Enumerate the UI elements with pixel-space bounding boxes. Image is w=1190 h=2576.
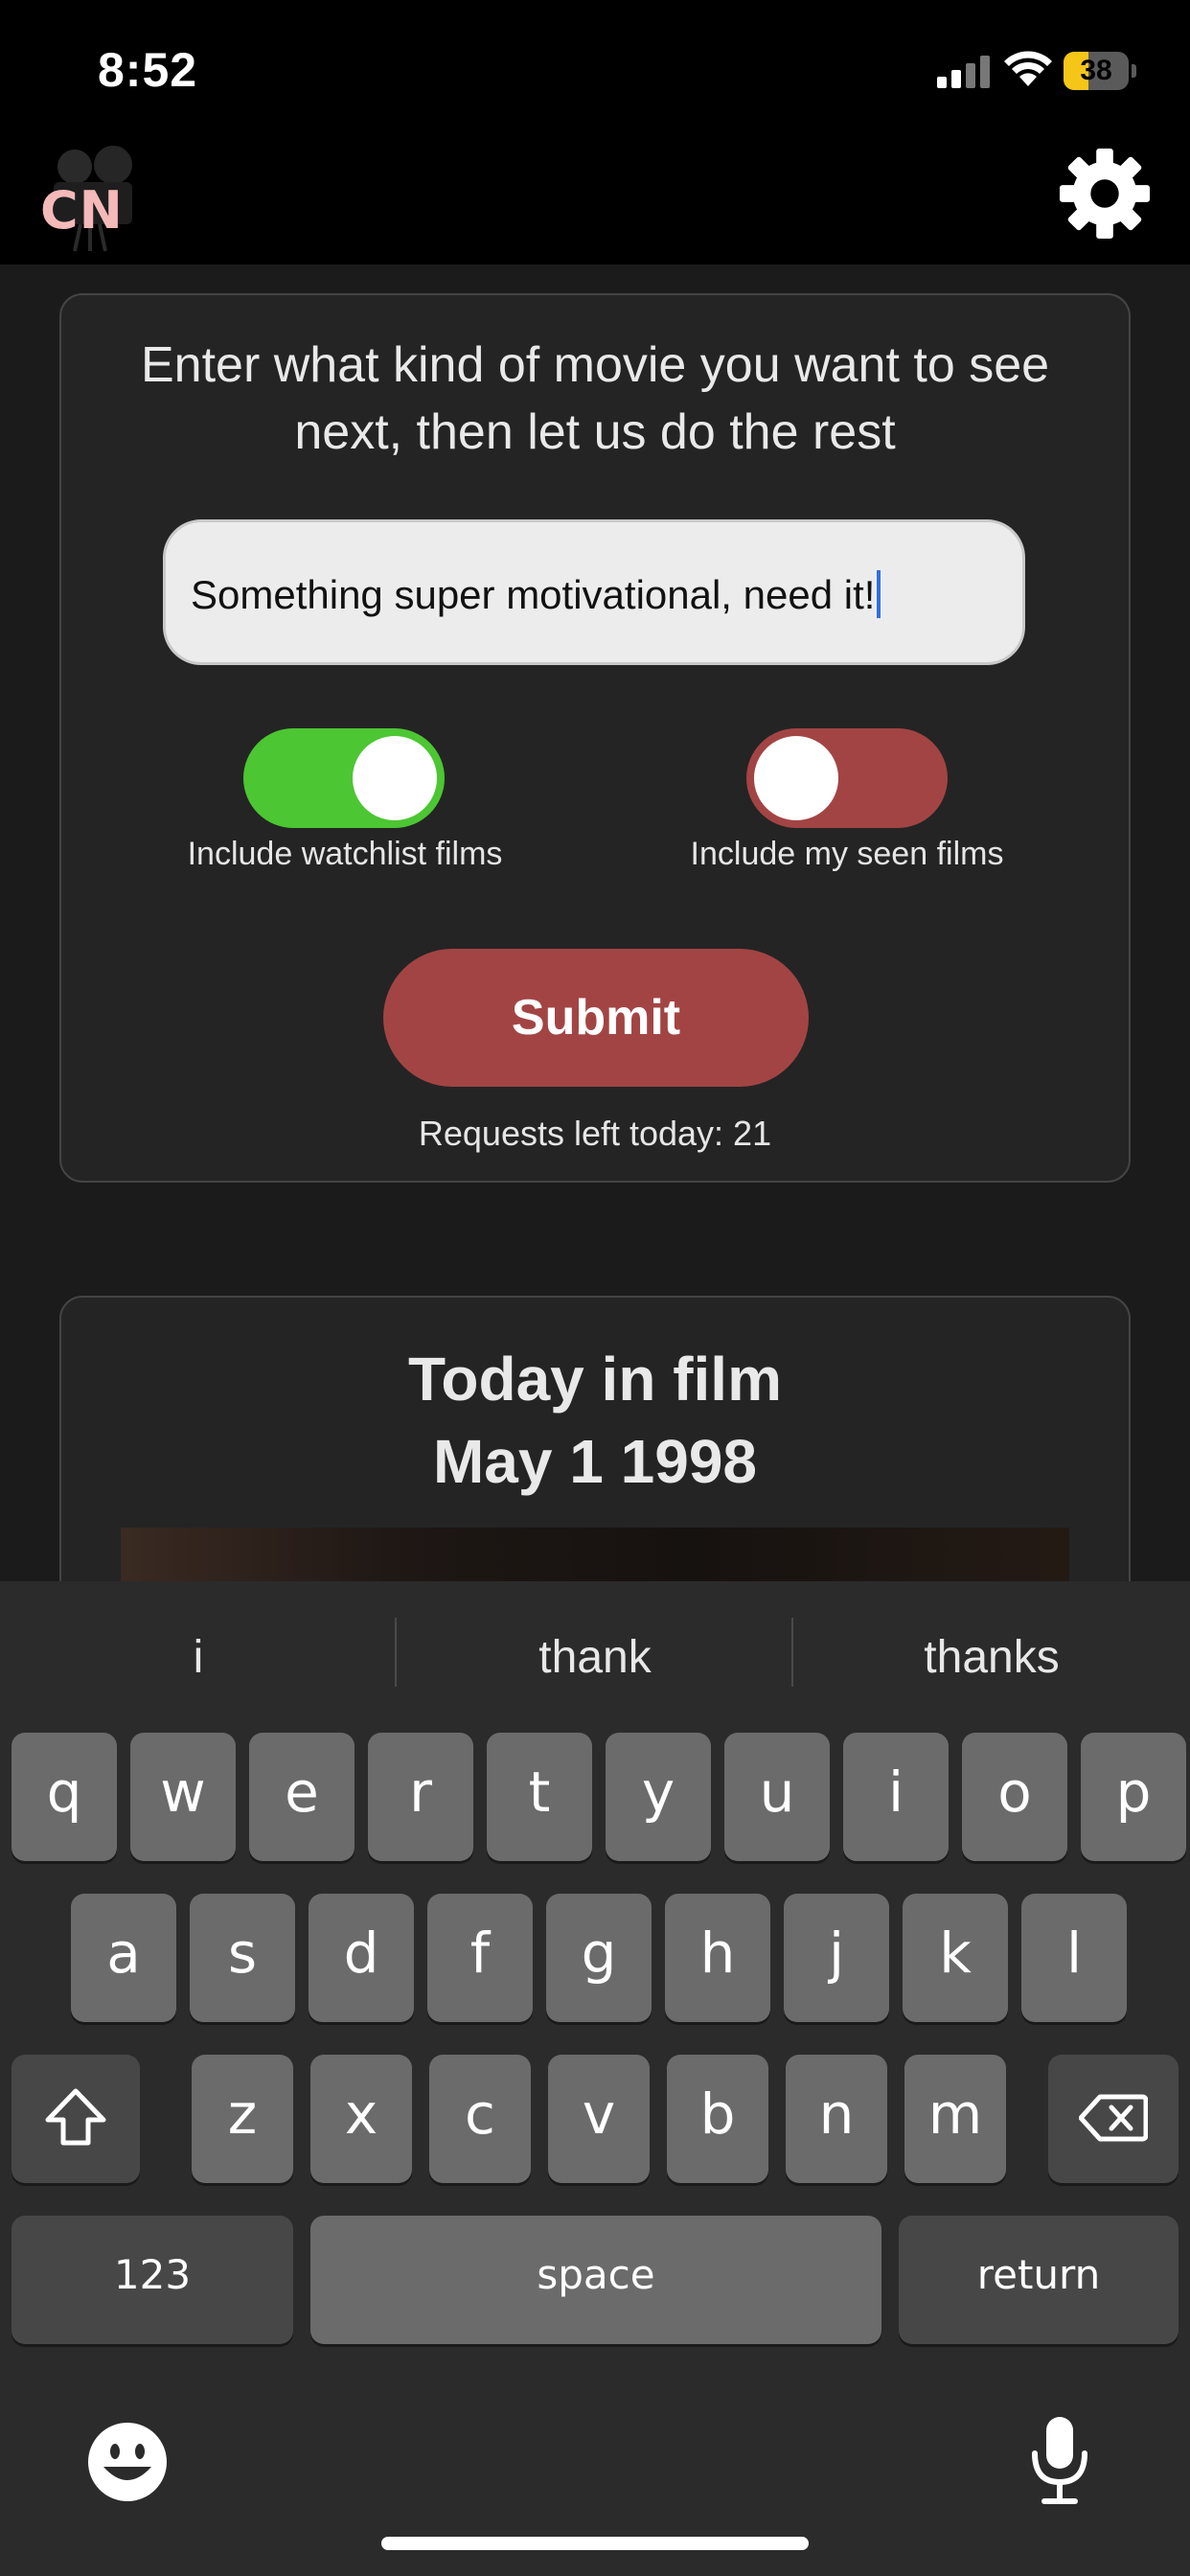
key-e[interactable]: e [249,1733,355,1861]
key-c[interactable]: c [429,2055,531,2183]
key-k[interactable]: k [903,1894,1008,2022]
app-logo[interactable]: CN [33,144,148,259]
key-p[interactable]: p [1081,1733,1186,1861]
submit-button[interactable]: Submit [383,949,809,1087]
input-value: Something super motivational, need it! [191,570,881,618]
key-t[interactable]: t [487,1733,592,1861]
app-header: CN [0,144,1190,264]
battery-indicator: 38 [1064,52,1136,90]
movie-request-input[interactable]: Something super motivational, need it! [163,519,1025,665]
key-h[interactable]: h [665,1894,770,2022]
text-caret [877,570,881,618]
battery-level: 38 [1080,55,1112,86]
return-key[interactable]: return [899,2216,1179,2344]
requests-left-text: Requests left today: 21 [418,1114,772,1153]
space-key[interactable]: space [310,2216,881,2344]
home-indicator[interactable] [381,2537,809,2550]
watchlist-toggle-label: Include watchlist films [187,836,503,872]
suggestion-3[interactable]: thanks [793,1631,1190,1684]
watchlist-toggle[interactable] [243,728,445,828]
seen-films-toggle[interactable] [746,728,948,828]
key-d[interactable]: d [309,1894,414,2022]
key-r[interactable]: r [368,1733,473,1861]
key-y[interactable]: y [606,1733,711,1861]
status-bar: 8:52 38 [0,0,1190,144]
logo-text: CN [40,180,124,241]
delete-key[interactable] [1048,2055,1179,2183]
key-m[interactable]: m [904,2055,1006,2183]
key-j[interactable]: j [784,1894,889,2022]
suggestion-1[interactable]: i [0,1631,397,1684]
key-s[interactable]: s [190,1894,295,2022]
key-f[interactable]: f [427,1894,533,2022]
key-i[interactable]: i [843,1733,949,1861]
key-w[interactable]: w [130,1733,236,1861]
wifi-icon [1004,51,1052,86]
shift-key[interactable] [11,2055,140,2183]
key-v[interactable]: v [548,2055,650,2183]
today-in-film-title: Today in film May 1 1998 [61,1338,1129,1503]
recommendation-card: Enter what kind of movie you want to see… [59,293,1131,1183]
key-g[interactable]: g [546,1894,652,2022]
shift-icon [45,2088,106,2146]
on-screen-keyboard: i thank thanks qwertyuiopasdfghjklzxcvbn… [0,1581,1190,2576]
key-x[interactable]: x [310,2055,412,2183]
key-z[interactable]: z [192,2055,293,2183]
key-u[interactable]: u [724,1733,830,1861]
today-date: May 1 1998 [432,1427,758,1496]
microphone-icon[interactable] [1027,2413,1092,2505]
gear-icon[interactable] [1058,144,1152,243]
key-b[interactable]: b [667,2055,768,2183]
prompt-text: Enter what kind of movie you want to see… [140,337,1050,460]
seen-films-toggle-label: Include my seen films [690,836,1004,872]
toggle-knob [754,736,838,820]
suggestion-2[interactable]: thank [397,1631,793,1684]
key-n[interactable]: n [786,2055,887,2183]
delete-icon [1078,2094,1149,2142]
today-heading: Today in film [408,1345,782,1414]
status-time: 8:52 [98,43,198,97]
numbers-key[interactable]: 123 [11,2216,293,2344]
key-o[interactable]: o [962,1733,1067,1861]
key-q[interactable]: q [11,1733,117,1861]
key-l[interactable]: l [1021,1894,1127,2022]
emoji-icon[interactable] [86,2421,169,2503]
toggle-knob [353,736,437,820]
cellular-signal-icon [937,56,990,88]
key-a[interactable]: a [71,1894,176,2022]
